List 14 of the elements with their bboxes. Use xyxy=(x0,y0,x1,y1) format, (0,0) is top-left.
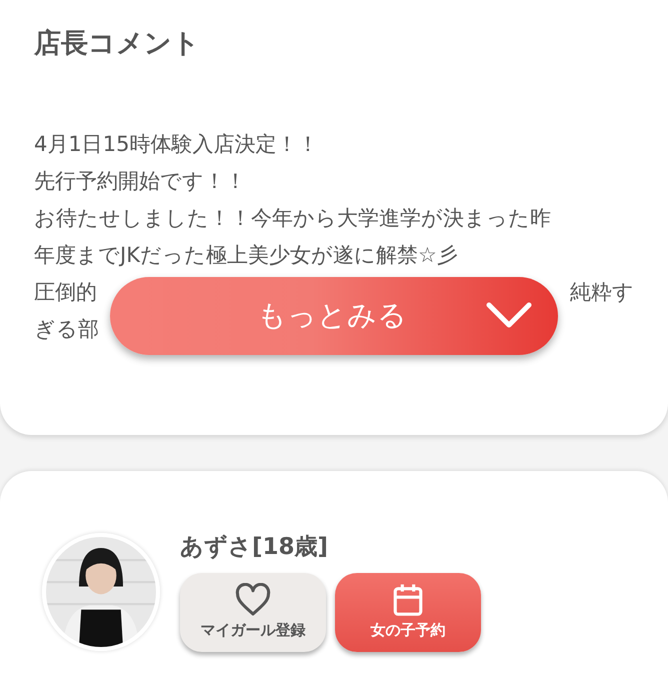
girl-name: あずさ[18歳] xyxy=(180,533,330,562)
comment-text: 圧倒的 xyxy=(34,279,97,306)
comment-text: 先行予約開始です！！ xyxy=(34,168,246,195)
comment-text: 年度までJKだった極上美少女が遂に解禁☆彡 xyxy=(34,242,458,269)
heart-icon xyxy=(234,583,272,618)
comment-text: 純粋す xyxy=(570,279,634,306)
calendar-icon xyxy=(392,583,424,618)
section-title: 店長コメント xyxy=(34,27,201,61)
reserve-button[interactable]: 女の子予約 xyxy=(335,573,481,652)
favorite-button[interactable]: マイガール登録 xyxy=(180,573,326,652)
comment-text: 4月1日15時体験入店決定！！ xyxy=(34,131,318,158)
comment-text: ぎる部 xyxy=(34,316,99,343)
comment-text: お待たせしました！！今年から大学進学が決まった昨 xyxy=(34,205,551,232)
more-button[interactable]: もっとみる xyxy=(110,277,558,355)
